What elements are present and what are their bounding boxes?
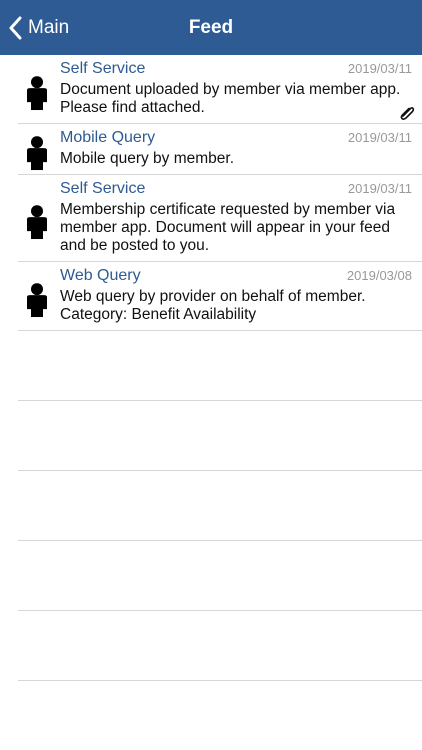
feed-item-title: Self Service [60, 60, 146, 77]
person-icon [27, 76, 47, 111]
empty-row [18, 401, 422, 471]
empty-row [18, 331, 422, 401]
feed-item-title: Mobile Query [60, 129, 156, 146]
paperclip-icon [400, 107, 415, 120]
feed-list: Self Service 2019/03/11 Document uploade… [0, 55, 422, 681]
feed-item-date: 2019/03/11 [347, 130, 412, 145]
person-icon [27, 283, 47, 318]
feed-item-title: Self Service [60, 180, 146, 197]
feed-item-body: Mobile query by member. [60, 150, 235, 167]
feed-item[interactable]: Web Query 2019/03/08 Web query by provid… [18, 262, 422, 331]
empty-row [18, 471, 422, 541]
nav-bar: Main Feed [0, 0, 422, 55]
person-icon [27, 205, 47, 240]
feed-item-title: Web Query [60, 267, 141, 284]
page-title: Feed [188, 16, 234, 38]
feed-item-body: Document uploaded by member via member a… [60, 81, 401, 116]
feed-item-body: Membership certificate requested by memb… [60, 201, 396, 254]
feed-item[interactable]: Self Service 2019/03/11 Document uploade… [18, 55, 422, 124]
empty-row [18, 541, 422, 611]
feed-item[interactable]: Self Service 2019/03/11 Membership certi… [18, 175, 422, 262]
empty-row [18, 611, 422, 681]
person-icon [27, 136, 47, 171]
feed-item-body: Web query by provider on behalf of membe… [60, 288, 366, 323]
feed-item[interactable]: Mobile Query 2019/03/11 Mobile query by … [18, 124, 422, 175]
feed-item-date: 2019/03/11 [347, 61, 412, 76]
feed-item-date: 2019/03/11 [347, 181, 412, 196]
feed-item-date: 2019/03/08 [346, 268, 412, 283]
